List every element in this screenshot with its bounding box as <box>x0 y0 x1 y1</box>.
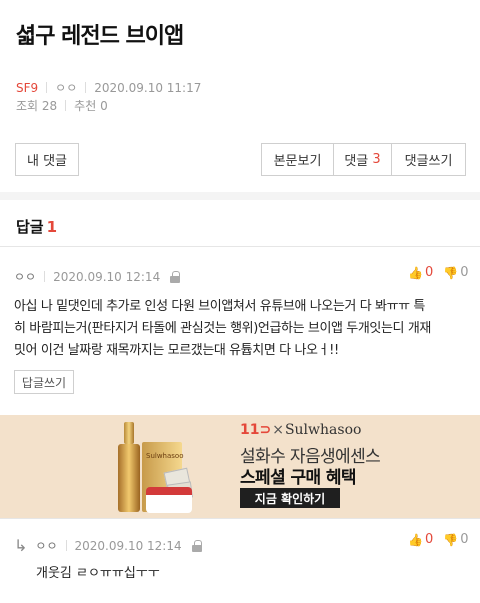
upvote-button[interactable]: 👍 0 <box>408 532 433 547</box>
comment-line: 아십 나 밑댓인데 추가로 인성 다원 브이앱쳐서 유튜브애 나오는거 다 봐ㅠ… <box>14 299 425 314</box>
comment-line: 밋어 이건 날짜랑 재목까지는 모르갰는대 유튭치면 다 나오ㅓ!! <box>14 343 339 358</box>
divider <box>65 540 67 551</box>
thumbs-up-icon: 👍 <box>408 532 423 547</box>
view-body-button[interactable]: 본문보기 <box>262 144 334 175</box>
replies-heading: 답글 1 <box>16 216 57 237</box>
ad-product-bottle <box>118 422 140 512</box>
ad-banner[interactable]: Sulwhasoo 11⊃×Sulwhasoo 설화수 자음생에센스 스페셜 구… <box>0 415 480 518</box>
reply-button[interactable]: 답글쓰기 <box>14 370 74 394</box>
ad-brand-partner: Sulwhasoo <box>284 422 362 438</box>
ad-box-label: Sulwhasoo <box>146 452 184 460</box>
comments-label: 댓글 <box>344 154 369 169</box>
thumbs-up-icon: 👍 <box>408 265 423 280</box>
downvote-count: 0 <box>460 265 469 280</box>
post-author[interactable]: ㅇㅇ <box>55 79 77 96</box>
comment-body: 아십 나 밑댓인데 추가로 인성 다원 브이앱쳐서 유튜브애 나오는거 다 봐ㅠ… <box>14 296 466 362</box>
post-meta: SF9 ㅇㅇ 2020.09.10 11:17 <box>16 79 201 96</box>
replies-heading-label: 답글 <box>16 218 44 236</box>
upvote-count: 0 <box>424 265 434 280</box>
divider <box>65 100 67 111</box>
divider <box>44 271 46 282</box>
reply-datetime: 2020.09.10 12:14 <box>74 538 182 553</box>
divider <box>0 518 480 519</box>
post-title: 셟구 레전드 브이앱 <box>16 24 184 49</box>
reply-body: 개웃김 ㄹㅇㅠㅠ십ㅜㅜ <box>36 566 160 581</box>
reply-votes: 👍 0 👎 0 <box>408 532 468 547</box>
ad-brand-x: × <box>272 422 284 438</box>
replies-count: 1 <box>46 218 58 236</box>
views-count: 조회 28 <box>16 99 58 113</box>
downvote-button[interactable]: 👎 0 <box>443 265 468 280</box>
ad-brand-11st: 11 <box>240 422 260 438</box>
section-divider <box>0 192 480 200</box>
upvote-button[interactable]: 👍 0 <box>408 265 433 280</box>
my-comments-button[interactable]: 내 댓글 <box>15 143 79 176</box>
recommend-count: 추천 0 <box>74 99 108 113</box>
divider <box>46 82 48 93</box>
thumbs-down-icon: 👎 <box>443 532 459 547</box>
comments-button[interactable]: 댓글 3 <box>334 144 392 175</box>
ad-subheadline: 스페셜 구매 혜택 <box>240 468 357 488</box>
ad-product-jar <box>146 487 192 513</box>
reply-author[interactable]: ㅇㅇ <box>35 537 57 554</box>
comment-votes: 👍 0 👎 0 <box>408 265 468 280</box>
post-datetime: 2020.09.10 11:17 <box>94 80 202 95</box>
write-comment-button[interactable]: 댓글쓰기 <box>392 144 465 175</box>
upvote-count: 0 <box>424 532 434 547</box>
comments-count: 3 <box>372 152 381 167</box>
downvote-button[interactable]: 👎 0 <box>443 532 468 547</box>
comment-author[interactable]: ㅇㅇ <box>14 268 36 285</box>
reply-arrow-icon: ↳ <box>14 536 28 555</box>
reply-meta: ↳ ㅇㅇ 2020.09.10 12:14 <box>14 536 202 555</box>
comment-line: 히 바람피는거(판타지거 타돌에 관심것는 행위)언급하는 브이앱 두개잇는디 … <box>14 321 431 336</box>
comment-actions-group: 본문보기 댓글 3 댓글쓰기 <box>261 143 466 176</box>
thumbs-down-icon: 👎 <box>443 265 459 280</box>
ad-cta-button[interactable]: 지금 확인하기 <box>240 488 340 508</box>
comment-meta: ㅇㅇ 2020.09.10 12:14 <box>14 268 181 285</box>
downvote-count: 0 <box>460 532 469 547</box>
ad-brand: 11⊃×Sulwhasoo <box>240 422 362 438</box>
post-stats: 조회 28 추천 0 <box>16 97 108 114</box>
divider <box>0 246 480 247</box>
post-category[interactable]: SF9 <box>16 81 38 95</box>
comment-datetime: 2020.09.10 12:14 <box>53 269 161 284</box>
lock-icon <box>170 270 181 283</box>
lock-icon <box>191 539 202 552</box>
divider <box>85 82 87 93</box>
